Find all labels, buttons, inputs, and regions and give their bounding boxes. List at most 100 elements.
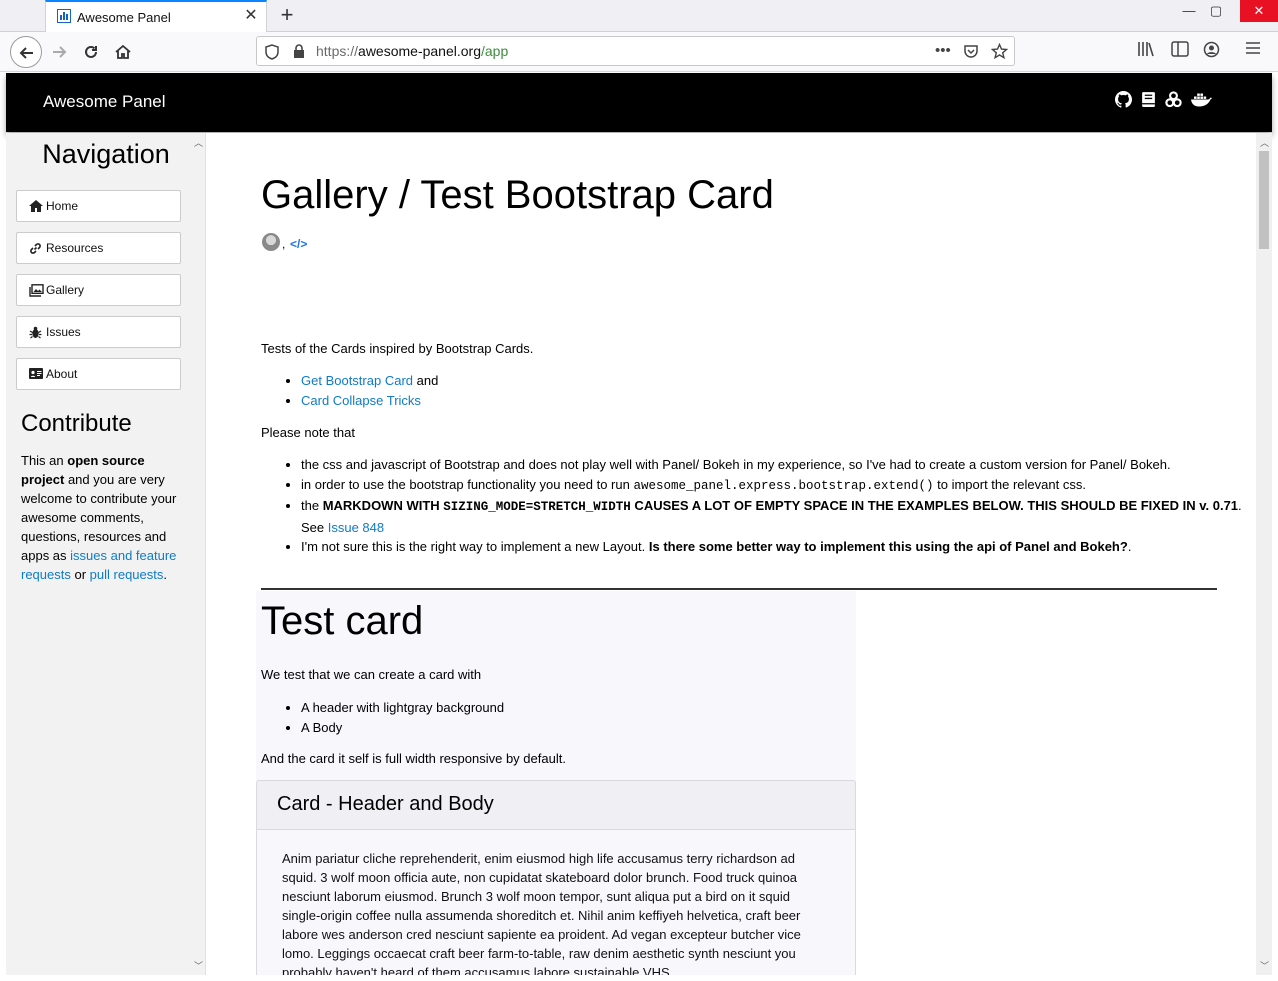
new-tab-icon[interactable]: + (276, 4, 298, 26)
sidebar-item-gallery[interactable]: Gallery (16, 274, 181, 306)
images-icon (29, 284, 44, 297)
card-body: Anim pariatur cliche reprehenderit, enim… (256, 829, 856, 975)
lock-icon[interactable] (293, 44, 305, 59)
list-item: Get Bootstrap Card and (301, 371, 438, 391)
browser-tab[interactable]: Awesome Panel ✕ (45, 0, 267, 33)
main-scrollbar[interactable]: ︿ ﹀ (1256, 133, 1272, 975)
list-item: in order to use the bootstrap functional… (301, 475, 1256, 497)
note-heading: Please note that (261, 425, 355, 440)
get-bootstrap-card-link[interactable]: Get Bootstrap Card (301, 373, 413, 388)
window-close-icon[interactable]: ✕ (1240, 0, 1278, 22)
test-card-section: Test card We test that we can create a c… (256, 591, 856, 975)
home-button[interactable] (107, 36, 139, 68)
sidebar-item-home[interactable]: Home (16, 190, 181, 222)
github-icon[interactable] (1115, 91, 1132, 108)
minimize-icon[interactable]: — (1174, 0, 1204, 22)
note-text: the css and javascript of Bootstrap and … (301, 457, 1171, 472)
separator: , (282, 237, 286, 251)
back-button[interactable] (10, 36, 42, 68)
sidebar-item-resources[interactable]: Resources (16, 232, 181, 264)
contribute-text: This an open source project and you are … (21, 451, 186, 584)
contribute-text-part: This an (21, 453, 68, 468)
contribute-text-part: . (163, 567, 168, 582)
intro-text: Tests of the Cards inspired by Bootstrap… (261, 341, 534, 356)
reload-icon (85, 45, 97, 58)
sidebar-toggle-icon[interactable] (1171, 41, 1189, 57)
app-title[interactable]: Awesome Panel (43, 92, 166, 112)
note-bold-text: CAUSES A LOT OF EMPTY SPACE IN THE EXAMP… (630, 498, 1239, 513)
links-list: Get Bootstrap Card and Card Collapse Tri… (261, 371, 438, 410)
scroll-down-icon[interactable]: ﹀ (194, 959, 203, 972)
sidebar-scrollbar[interactable]: ︿ ﹀ (190, 133, 206, 975)
scroll-up-icon[interactable]: ︿ (1260, 136, 1269, 149)
scrollbar-thumb[interactable] (1259, 151, 1269, 249)
card-section-title: Test card (261, 599, 424, 643)
book-icon[interactable] (1140, 91, 1157, 108)
id-card-icon (29, 368, 43, 379)
inline-code: awesome_panel.express.bootstrap.extend() (633, 478, 934, 493)
page-title: Gallery / Test Bootstrap Card (261, 173, 774, 217)
card-section-intro: We test that we can create a card with (261, 667, 482, 682)
bug-icon (29, 326, 42, 339)
note-bold-text: MARKDOWN WITH (322, 498, 444, 513)
navigation-heading: Navigation (42, 139, 170, 169)
panel-favicon-icon (57, 9, 71, 23)
docker-icon[interactable] (1190, 91, 1212, 108)
note-text: in order to use the bootstrap functional… (301, 476, 634, 492)
author-avatar[interactable] (262, 233, 280, 251)
reload-button[interactable] (75, 36, 107, 68)
sidebar-item-label: Resources (46, 241, 104, 255)
arrow-left-icon (19, 47, 33, 59)
card-header-title: Card - Header and Body (277, 793, 494, 815)
pocket-icon[interactable] (963, 43, 979, 59)
sidebar-item-issues[interactable]: Issues (16, 316, 181, 348)
card-header[interactable]: Card - Header and Body (256, 780, 856, 830)
header-icon-links (1115, 91, 1212, 111)
library-icon[interactable] (1137, 41, 1155, 57)
bookmark-star-icon[interactable] (991, 43, 1008, 60)
sidebar: Navigation Home Resources Gallery Issues… (6, 133, 190, 975)
sidebar-item-label: Home (46, 199, 79, 213)
url-path: /app (481, 43, 509, 59)
browser-tab-bar: Awesome Panel ✕ + — ▢ ✕ (0, 0, 1278, 33)
list-item: A Body (301, 718, 504, 738)
menu-icon[interactable] (1245, 41, 1261, 55)
sidebar-item-about[interactable]: About (16, 358, 181, 390)
page-actions-icon[interactable]: ••• (935, 42, 951, 59)
card-body-text: Anim pariatur cliche reprehenderit, enim… (282, 851, 801, 975)
link-icon (30, 243, 41, 254)
contribute-text-part: or (70, 567, 90, 582)
sidebar-item-label: Gallery (46, 283, 85, 297)
binder-icon[interactable] (1165, 91, 1182, 108)
divider (261, 588, 1217, 590)
scroll-up-icon[interactable]: ︿ (194, 136, 203, 149)
tab-close-icon[interactable]: ✕ (242, 7, 260, 25)
url-bar[interactable]: https://awesome-panel.org/app ••• (256, 36, 1015, 66)
app-header: Awesome Panel (6, 73, 1272, 132)
url-text: https://awesome-panel.org/app (316, 43, 508, 59)
url-host: awesome-panel.org (358, 43, 481, 59)
scroll-down-icon[interactable]: ﹀ (1260, 959, 1269, 972)
card-section-footer: And the card it self is full width respo… (261, 751, 566, 766)
list-item: Card Collapse Tricks (301, 391, 438, 411)
home-icon (115, 44, 131, 59)
url-scheme: https:// (316, 43, 359, 59)
maximize-icon[interactable]: ▢ (1201, 0, 1231, 22)
card-collapse-tricks-link[interactable]: Card Collapse Tricks (301, 393, 421, 408)
note-text: I'm not sure this is the right way to im… (301, 539, 649, 554)
code-icon[interactable]: </> (290, 237, 307, 251)
shield-icon[interactable] (265, 44, 279, 60)
browser-toolbar: https://awesome-panel.org/app ••• (0, 32, 1278, 72)
pull-requests-link[interactable]: pull requests (90, 567, 164, 582)
arrow-right-icon (53, 46, 67, 58)
contribute-heading: Contribute (21, 410, 132, 437)
list-item: I'm not sure this is the right way to im… (301, 537, 1256, 557)
forward-button[interactable] (43, 36, 75, 68)
issue-848-link[interactable]: Issue 848 (328, 520, 384, 535)
account-icon[interactable] (1203, 41, 1220, 58)
sidebar-item-label: About (46, 367, 78, 381)
list-item: A header with lightgray background (301, 698, 504, 718)
home-icon (29, 200, 43, 212)
tab-title: Awesome Panel (77, 10, 171, 25)
note-bold-text: Is there some better way to implement th… (648, 539, 1128, 554)
